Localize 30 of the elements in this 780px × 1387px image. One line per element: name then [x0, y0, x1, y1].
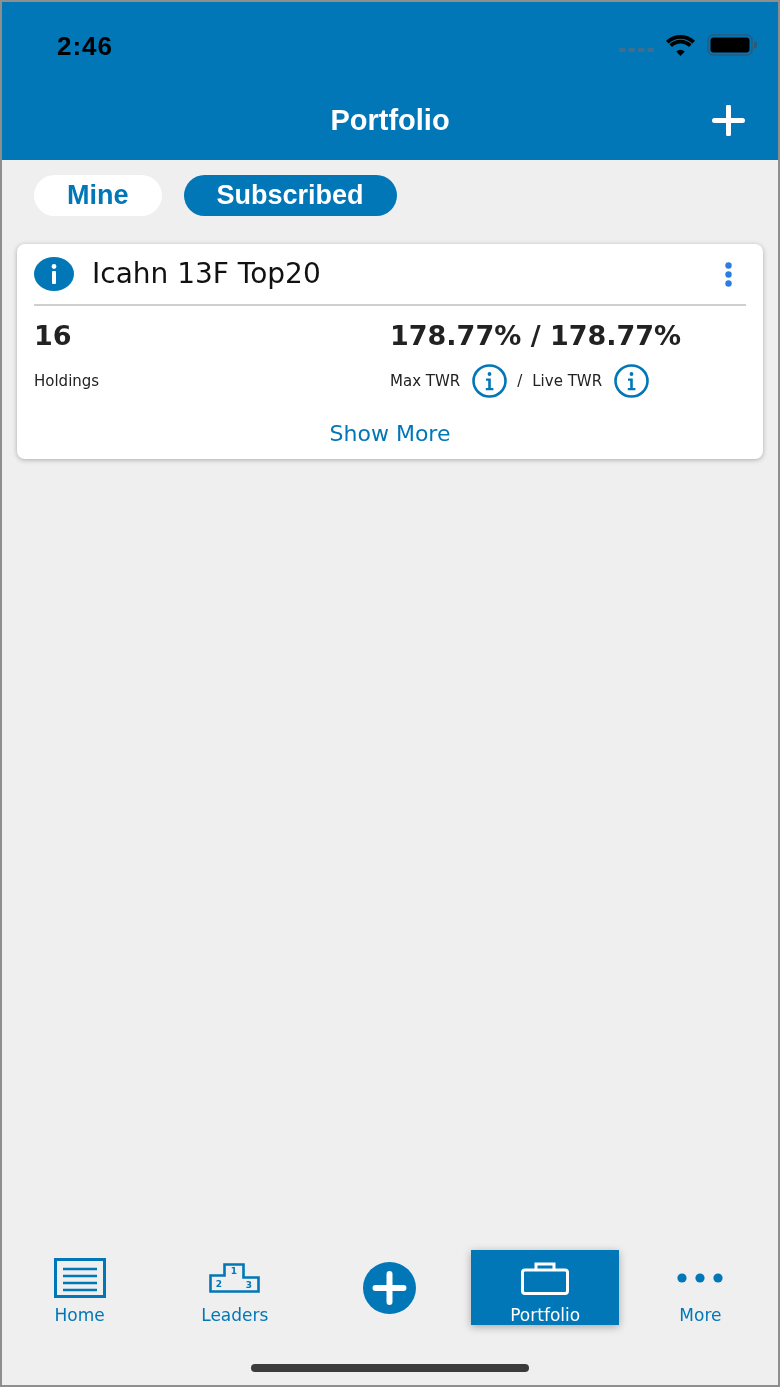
battery-icon [707, 34, 757, 56]
holdings-label: Holdings [34, 371, 101, 391]
nav-tab[interactable]: 1 2 3 Leaders [160, 1250, 309, 1325]
document-lines-icon [53, 1258, 106, 1298]
podium-icon: 1 2 3 [209, 1263, 261, 1293]
twr-value: 178.77% / 178.77% [390, 319, 683, 353]
live-twr-label: Live TWR [532, 370, 603, 392]
wifi-icon [666, 34, 695, 56]
portfolio-title: Icahn 13F Top20 [92, 256, 321, 292]
more-dots-icon [677, 1273, 724, 1283]
briefcase-icon [521, 1261, 570, 1295]
info-icon[interactable] [614, 364, 650, 398]
kebab-icon [724, 261, 732, 287]
nav-tab[interactable]: More [626, 1250, 775, 1325]
page-title: Portfolio [329, 103, 451, 138]
holdings-count: 16 [34, 319, 73, 353]
info-icon[interactable] [34, 257, 74, 291]
separator-text: / [517, 370, 523, 392]
plus-circle-icon [363, 1261, 417, 1314]
show-more-link[interactable]: Show More [329, 420, 451, 448]
segment-tab[interactable]: Subscribed [183, 175, 397, 216]
max-twr-label: Max TWR [390, 370, 461, 392]
segment-tab[interactable]: Mine [34, 175, 162, 216]
signal-icon [619, 48, 654, 52]
status-time: 2:46 [57, 30, 114, 62]
plus-icon [711, 104, 745, 136]
nav-tab[interactable]: Portfolio [471, 1250, 620, 1325]
add-button[interactable] [710, 102, 746, 138]
info-icon[interactable] [472, 364, 508, 398]
nav-tab[interactable]: Home [5, 1250, 154, 1325]
